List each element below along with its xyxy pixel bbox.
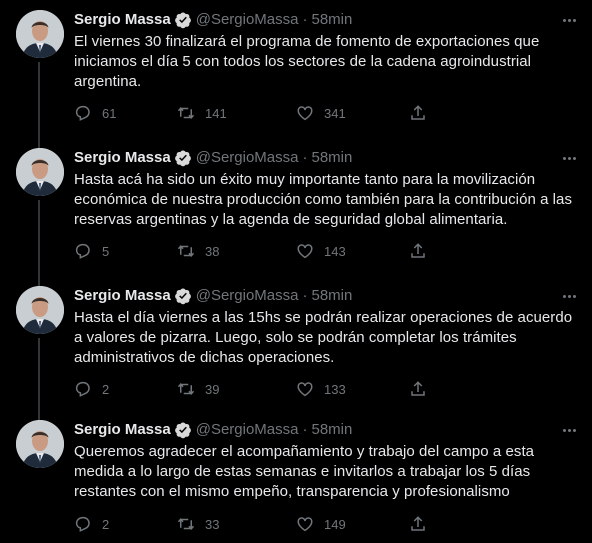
reply-icon [75,243,90,259]
author-handle[interactable]: @SergioMassa [196,148,299,168]
author-handle[interactable]: @SergioMassa [196,10,299,30]
like-count: 133 [324,381,346,397]
heart-icon [297,244,313,259]
share-button[interactable] [409,103,437,123]
retweet-button[interactable]: 33 [177,514,219,534]
more-options-icon[interactable] [560,148,578,168]
like-button[interactable]: 143 [296,241,346,261]
retweet-count: 38 [205,243,220,259]
author-handle[interactable]: @SergioMassa [196,420,299,440]
tweet-header: Sergio Massa @SergioMassa · 58min [74,10,578,30]
reply-button[interactable]: 61 [74,103,116,123]
tweet[interactable]: Sergio Massa @SergioMassa · 58min El vie… [0,10,592,140]
verified-badge-icon [174,149,192,167]
heart-icon [297,382,313,397]
heart-icon [297,517,313,532]
tweet-text: El viernes 30 finalizará el programa de … [74,33,540,90]
verified-badge-icon [174,421,192,439]
retweet-count: 39 [205,381,220,397]
like-count: 143 [324,243,346,259]
share-button[interactable] [409,514,437,534]
tweet-thread: Sergio Massa @SergioMassa · 58min El vie… [0,0,592,543]
verified-badge-icon [174,11,192,29]
retweet-icon [177,517,195,531]
tweet-text: Hasta acá ha sido un éxito muy important… [74,171,572,228]
more-options-icon[interactable] [560,286,578,306]
tweet-timestamp[interactable]: 58min [312,420,353,440]
author-handle[interactable]: @SergioMassa [196,286,299,306]
separator-dot: · [302,149,308,166]
tweet[interactable]: Sergio Massa @SergioMassa · 58min Querem… [0,420,592,543]
reply-count: 2 [102,381,110,397]
reply-icon [75,105,90,121]
heart-icon [297,106,313,121]
retweet-button[interactable]: 39 [177,379,219,399]
author-avatar[interactable] [16,10,64,58]
tweet-actions: 2 39 133 [74,379,504,399]
reply-count: 5 [102,243,110,259]
share-button[interactable] [409,379,437,399]
tweet[interactable]: Sergio Massa @SergioMassa · 58min Hasta … [0,148,592,278]
verified-badge-icon [174,287,192,305]
share-icon [411,243,425,258]
author-name[interactable]: Sergio Massa [74,148,171,168]
share-icon [411,516,425,531]
author-avatar[interactable] [16,420,64,468]
like-button[interactable]: 341 [296,103,346,123]
tweet-header: Sergio Massa @SergioMassa · 58min [74,420,578,440]
reply-icon [75,516,90,532]
reply-icon [75,381,90,397]
reply-button[interactable]: 2 [74,514,109,534]
share-icon [411,381,425,396]
separator-dot: · [302,287,308,304]
like-button[interactable]: 133 [296,379,346,399]
tweet-timestamp[interactable]: 58min [312,10,353,30]
separator-dot: · [302,11,308,28]
tweet-header: Sergio Massa @SergioMassa · 58min [74,286,578,306]
like-button[interactable]: 149 [296,514,346,534]
more-options-icon[interactable] [560,420,578,440]
author-name[interactable]: Sergio Massa [74,10,171,30]
tweet-timestamp[interactable]: 58min [312,286,353,306]
share-button[interactable] [409,241,437,261]
retweet-button[interactable]: 38 [177,241,219,261]
author-name[interactable]: Sergio Massa [74,420,171,440]
tweet[interactable]: Sergio Massa @SergioMassa · 58min Hasta … [0,286,592,416]
reply-count: 2 [102,516,110,532]
retweet-button[interactable]: 141 [177,103,227,123]
tweet-header: Sergio Massa @SergioMassa · 58min [74,148,578,168]
tweet-actions: 5 38 143 [74,241,504,261]
tweet-text: Hasta el día viernes a las 15hs se podrá… [74,309,573,366]
like-count: 341 [324,105,346,121]
retweet-icon [177,244,195,258]
reply-count: 61 [102,105,117,121]
share-icon [411,105,425,120]
tweet-actions: 2 33 149 [74,514,504,534]
more-options-icon[interactable] [560,10,578,30]
tweet-text: Queremos agradecer el acompañamiento y t… [74,443,535,500]
retweet-icon [177,106,195,120]
author-avatar[interactable] [16,148,64,196]
author-name[interactable]: Sergio Massa [74,286,171,306]
reply-button[interactable]: 5 [74,241,109,261]
like-count: 149 [324,516,346,532]
retweet-icon [177,382,195,396]
retweet-count: 141 [205,105,227,121]
reply-button[interactable]: 2 [74,379,109,399]
tweet-timestamp[interactable]: 58min [312,148,353,168]
retweet-count: 33 [205,516,220,532]
author-avatar[interactable] [16,286,64,334]
separator-dot: · [302,421,308,438]
tweet-actions: 61 141 341 [74,103,504,123]
